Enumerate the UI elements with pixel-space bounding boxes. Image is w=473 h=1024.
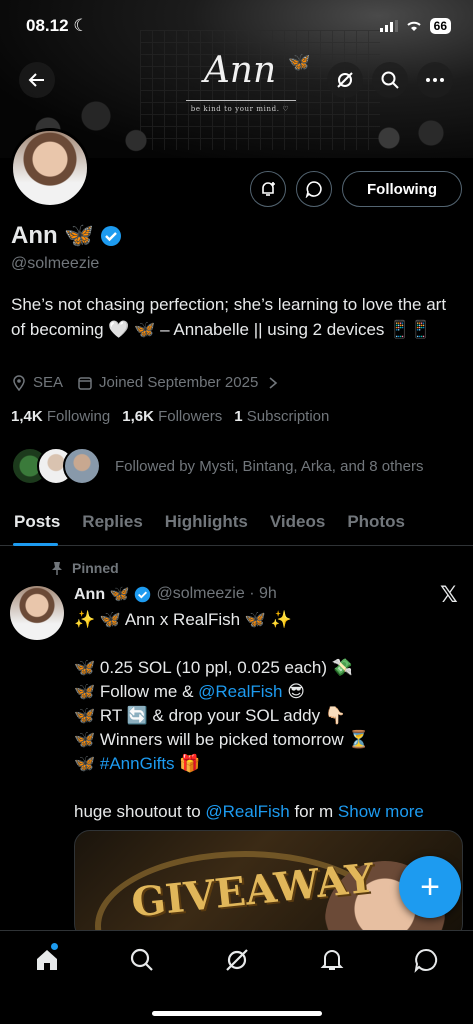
notify-button[interactable] xyxy=(250,171,286,207)
chevron-right-icon[interactable] xyxy=(268,376,278,390)
calendar-icon xyxy=(78,376,92,390)
signal-icon xyxy=(379,20,398,32)
subscription-stat[interactable]: 1 Subscription xyxy=(234,408,329,425)
profile-name: Ann 🦋 xyxy=(11,222,95,249)
home-icon xyxy=(37,950,57,970)
followed-by-row[interactable]: Followed by Mysti, Bintang, Arka, and 8 … xyxy=(11,447,424,485)
bell-plus-icon xyxy=(262,182,275,196)
message-icon xyxy=(414,948,438,973)
bell-icon xyxy=(320,950,344,970)
compose-fab-button[interactable]: + xyxy=(399,856,461,918)
followed-by-text: Followed by Mysti, Bintang, Arka, and 8 … xyxy=(115,457,424,475)
post-header: Ann 🦋 @solmeezie · 9h xyxy=(74,584,277,604)
status-indicators: 66 xyxy=(379,18,451,34)
following-button[interactable]: Following xyxy=(342,171,462,207)
location-icon xyxy=(13,374,25,391)
verified-badge-icon xyxy=(135,586,151,602)
profile-location: SEA xyxy=(33,374,64,391)
hashtag-link[interactable]: #AnnGifts xyxy=(100,754,175,773)
post-avatar[interactable] xyxy=(10,586,64,640)
show-more-link[interactable]: Show more xyxy=(338,802,424,821)
nav-grok[interactable] xyxy=(222,945,252,975)
bottom-navigation xyxy=(0,930,473,1024)
tab-highlights[interactable]: Highlights xyxy=(154,498,259,546)
post-author-name[interactable]: Ann 🦋 xyxy=(74,584,129,604)
search-button[interactable] xyxy=(372,62,408,98)
banner-butterfly-icon: 🦋 xyxy=(288,52,311,72)
post-line: 🦋 0.25 SOL (10 ppl, 0.025 each) 💸 xyxy=(74,658,353,677)
grok-button[interactable] xyxy=(327,62,363,98)
status-time: 08.12 ☾ xyxy=(26,16,89,35)
more-button[interactable] xyxy=(417,62,453,98)
message-icon xyxy=(305,181,322,198)
search-icon xyxy=(381,71,399,89)
banner-tagline: be kind to your mind. ♡ xyxy=(190,105,290,113)
follower-avatar xyxy=(63,447,101,485)
mention-link[interactable]: @RealFish xyxy=(205,802,289,821)
post-handle-time: @solmeezie · 9h xyxy=(156,585,277,602)
followers-stat[interactable]: 1,6K Followers xyxy=(122,408,222,425)
wifi-icon xyxy=(406,21,421,31)
pin-icon xyxy=(52,562,62,575)
pinned-label: Pinned xyxy=(72,560,119,576)
pinned-indicator: Pinned xyxy=(50,560,119,576)
x-logo-icon: 𝕏 xyxy=(440,582,458,607)
post-line: ✨ 🦋 Ann x RealFish 🦋 ✨ xyxy=(74,610,292,629)
notification-dot xyxy=(51,943,58,950)
banner-logo-text: Ann xyxy=(203,50,277,91)
post-line: 🦋 RT 🔄 & drop your SOL addy 👇🏻 xyxy=(74,706,347,725)
profile-handle: @solmeezie xyxy=(11,255,100,272)
tab-replies[interactable]: Replies xyxy=(71,498,153,546)
nav-search[interactable] xyxy=(127,945,157,975)
grok-icon xyxy=(337,72,353,88)
profile-joined: Joined September 2025 xyxy=(99,374,259,391)
profile-tabs: Posts Replies Highlights Videos Photos xyxy=(0,498,473,546)
battery-indicator: 66 xyxy=(429,18,451,34)
post-line: 🦋 #AnnGifts 🎁 xyxy=(74,754,201,773)
nav-messages[interactable] xyxy=(411,945,441,975)
profile-bio: She’s not chasing perfection; she’s lear… xyxy=(11,295,447,339)
back-button[interactable] xyxy=(19,62,55,98)
profile-name-row: Ann 🦋 xyxy=(11,221,122,250)
nav-home[interactable] xyxy=(32,943,62,975)
profile-stats: 1,4K Following 1,6K Followers 1 Subscrip… xyxy=(11,408,329,425)
grok-icon xyxy=(226,949,248,971)
nav-notifications[interactable] xyxy=(317,945,347,975)
banner-flowers-right xyxy=(333,108,473,158)
following-stat[interactable]: 1,4K Following xyxy=(11,408,110,425)
verified-badge-icon[interactable] xyxy=(100,225,122,247)
post-line: 🦋 Follow me & @RealFish 😎 xyxy=(74,682,305,701)
post-line: 🦋 Winners will be picked tomorrow ⏳ xyxy=(74,730,370,749)
home-indicator xyxy=(152,1011,322,1016)
status-bar: 08.12 ☾ 66 xyxy=(0,0,473,48)
tab-videos[interactable]: Videos xyxy=(259,498,336,546)
banner-divider xyxy=(186,100,296,101)
mention-link[interactable]: @RealFish xyxy=(198,682,282,701)
post-line: huge shoutout to @RealFish for m Show mo… xyxy=(74,802,424,821)
profile-meta: SEA Joined September 2025 xyxy=(11,374,278,391)
post-text[interactable]: ✨ 🦋 Ann x RealFish 🦋 ✨ 🦋 0.25 SOL (10 pp… xyxy=(74,608,464,824)
message-button[interactable] xyxy=(296,171,332,207)
back-arrow-icon xyxy=(28,73,44,87)
more-icon xyxy=(426,78,444,82)
tab-photos[interactable]: Photos xyxy=(336,498,416,546)
search-icon xyxy=(130,948,153,971)
tab-posts[interactable]: Posts xyxy=(0,498,71,546)
profile-avatar[interactable] xyxy=(10,128,90,208)
